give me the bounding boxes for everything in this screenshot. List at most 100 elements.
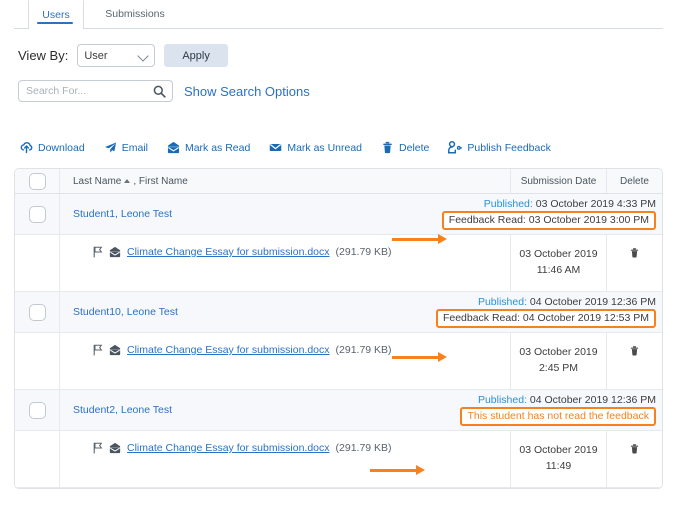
delete-header-cell: Delete xyxy=(606,169,662,193)
file-size: (291.79 KB) xyxy=(336,442,392,454)
action-toolbar: Download Email Mark as Read Mark as Unre… xyxy=(20,141,570,154)
flag-icon[interactable] xyxy=(93,246,103,261)
published-value: 03 October 2019 4:33 PM xyxy=(533,198,656,210)
table-row[interactable]: Student2, Leone Test Published: 04 Octob… xyxy=(15,390,662,431)
published-value: 04 October 2019 12:36 PM xyxy=(527,296,656,308)
tab-bar: Users Submissions xyxy=(14,0,663,29)
tab-users[interactable]: Users xyxy=(28,0,84,29)
row-checkbox[interactable] xyxy=(29,304,46,321)
view-by-label: View By: xyxy=(18,48,68,63)
table-row[interactable]: Climate Change Essay for submission.docx… xyxy=(15,431,662,488)
student-name-cell[interactable]: Student10, Leone Test xyxy=(60,292,365,332)
trash-icon[interactable] xyxy=(629,431,640,458)
file-select-cell xyxy=(15,333,60,389)
row-select-cell[interactable] xyxy=(15,194,60,234)
file-date: 03 October 2019 11:46 AM xyxy=(511,235,606,278)
select-all-cell[interactable] xyxy=(15,169,60,193)
show-search-options-link[interactable]: Show Search Options xyxy=(184,84,310,99)
table-row[interactable]: Student1, Leone Test Published: 03 Octob… xyxy=(15,194,662,235)
envelope-open-icon xyxy=(167,141,180,154)
mark-as-unread-label: Mark as Unread xyxy=(287,142,362,154)
row-checkbox[interactable] xyxy=(29,402,46,419)
envelope-open-icon[interactable] xyxy=(109,344,121,359)
published-label: Published: xyxy=(484,198,533,210)
envelope-open-icon[interactable] xyxy=(109,246,121,261)
email-button[interactable]: Email xyxy=(104,141,148,154)
published-status: Published: 04 October 2019 12:36 PM xyxy=(478,394,656,406)
file-date: 03 October 2019 11:49 xyxy=(511,431,606,474)
select-all-checkbox[interactable] xyxy=(29,173,46,190)
tab-underline-rule xyxy=(14,28,663,29)
file-link[interactable]: Climate Change Essay for submission.docx xyxy=(127,344,330,356)
file-select-cell xyxy=(15,235,60,291)
published-status: Published: 03 October 2019 4:33 PM xyxy=(484,198,656,210)
envelope-open-icon[interactable] xyxy=(109,442,121,457)
file-date-cell: 03 October 2019 11:46 AM xyxy=(510,235,606,291)
name-header-suffix: , First Name xyxy=(133,176,187,187)
file-delete-cell[interactable] xyxy=(606,431,662,487)
envelope-closed-icon xyxy=(269,141,282,154)
student-name-link[interactable]: Student10, Leone Test xyxy=(73,306,178,318)
student-name-cell[interactable]: Student2, Leone Test xyxy=(60,390,365,430)
name-header-cell[interactable]: Last Name , First Name xyxy=(60,169,510,193)
table-row[interactable]: Student10, Leone Test Published: 04 Octo… xyxy=(15,292,662,333)
file-delete-cell[interactable] xyxy=(606,235,662,291)
delete-label: Delete xyxy=(399,142,429,154)
search-icon[interactable] xyxy=(153,85,166,101)
feedback-not-read-annotation: This student has not read the feedback xyxy=(460,407,656,426)
view-by-value: User xyxy=(84,50,107,62)
submission-date-header-cell[interactable]: Submission Date xyxy=(510,169,606,193)
row-select-cell[interactable] xyxy=(15,390,60,430)
file-date-cell: 03 October 2019 11:49 xyxy=(510,431,606,487)
publish-feedback-label: Publish Feedback xyxy=(467,142,550,154)
publish-feedback-button[interactable]: Publish Feedback xyxy=(448,141,550,154)
mark-as-unread-button[interactable]: Mark as Unread xyxy=(269,141,362,154)
tab-active-indicator xyxy=(37,22,73,24)
tab-submissions-label: Submissions xyxy=(105,8,165,20)
file-cell: Climate Change Essay for submission.docx… xyxy=(60,431,510,487)
file-size: (291.79 KB) xyxy=(336,344,392,356)
download-label: Download xyxy=(38,142,85,154)
tab-submissions[interactable]: Submissions xyxy=(90,0,180,28)
student-name-link[interactable]: Student2, Leone Test xyxy=(73,404,172,416)
mark-as-read-label: Mark as Read xyxy=(185,142,250,154)
table-row[interactable]: Climate Change Essay for submission.docx… xyxy=(15,235,662,292)
table-header-row: Last Name , First Name Submission Date De… xyxy=(15,169,662,194)
submissions-page: Users Submissions View By: User Apply Se… xyxy=(0,0,675,522)
feedback-status-cell: Published: 03 October 2019 4:33 PM Feedb… xyxy=(365,194,663,234)
student-name-cell[interactable]: Student1, Leone Test xyxy=(60,194,365,234)
flag-icon[interactable] xyxy=(93,442,103,457)
delete-button[interactable]: Delete xyxy=(381,141,429,154)
search-input[interactable]: Search For... xyxy=(18,80,173,102)
mark-as-read-button[interactable]: Mark as Read xyxy=(167,141,250,154)
published-label: Published: xyxy=(478,394,527,406)
apply-button[interactable]: Apply xyxy=(164,44,228,67)
trash-icon[interactable] xyxy=(629,333,640,360)
trash-icon[interactable] xyxy=(629,235,640,262)
feedback-status-cell: Published: 04 October 2019 12:36 PM Feed… xyxy=(365,292,663,332)
download-button[interactable]: Download xyxy=(20,141,85,154)
search-placeholder: Search For... xyxy=(26,85,86,97)
file-delete-cell[interactable] xyxy=(606,333,662,389)
flag-icon[interactable] xyxy=(93,344,103,359)
search-row: Search For... Show Search Options xyxy=(18,80,310,102)
file-select-cell xyxy=(15,431,60,487)
published-status: Published: 04 October 2019 12:36 PM xyxy=(478,296,656,308)
download-icon xyxy=(20,141,33,154)
published-label: Published: xyxy=(478,296,527,308)
file-size: (291.79 KB) xyxy=(336,246,392,258)
tab-users-label: Users xyxy=(42,9,69,21)
name-header-prefix: Last Name xyxy=(73,176,121,187)
table-row[interactable]: Climate Change Essay for submission.docx… xyxy=(15,333,662,390)
row-checkbox[interactable] xyxy=(29,206,46,223)
feedback-read-annotation: Feedback Read: 03 October 2019 3:00 PM xyxy=(442,211,656,230)
email-label: Email xyxy=(122,142,148,154)
file-link[interactable]: Climate Change Essay for submission.docx xyxy=(127,442,330,454)
person-key-icon xyxy=(448,141,462,154)
student-name-link[interactable]: Student1, Leone Test xyxy=(73,208,172,220)
file-cell: Climate Change Essay for submission.docx… xyxy=(60,333,510,389)
row-select-cell[interactable] xyxy=(15,292,60,332)
file-link[interactable]: Climate Change Essay for submission.docx xyxy=(127,246,330,258)
view-by-select[interactable]: User xyxy=(77,44,155,67)
paper-plane-icon xyxy=(104,141,117,154)
